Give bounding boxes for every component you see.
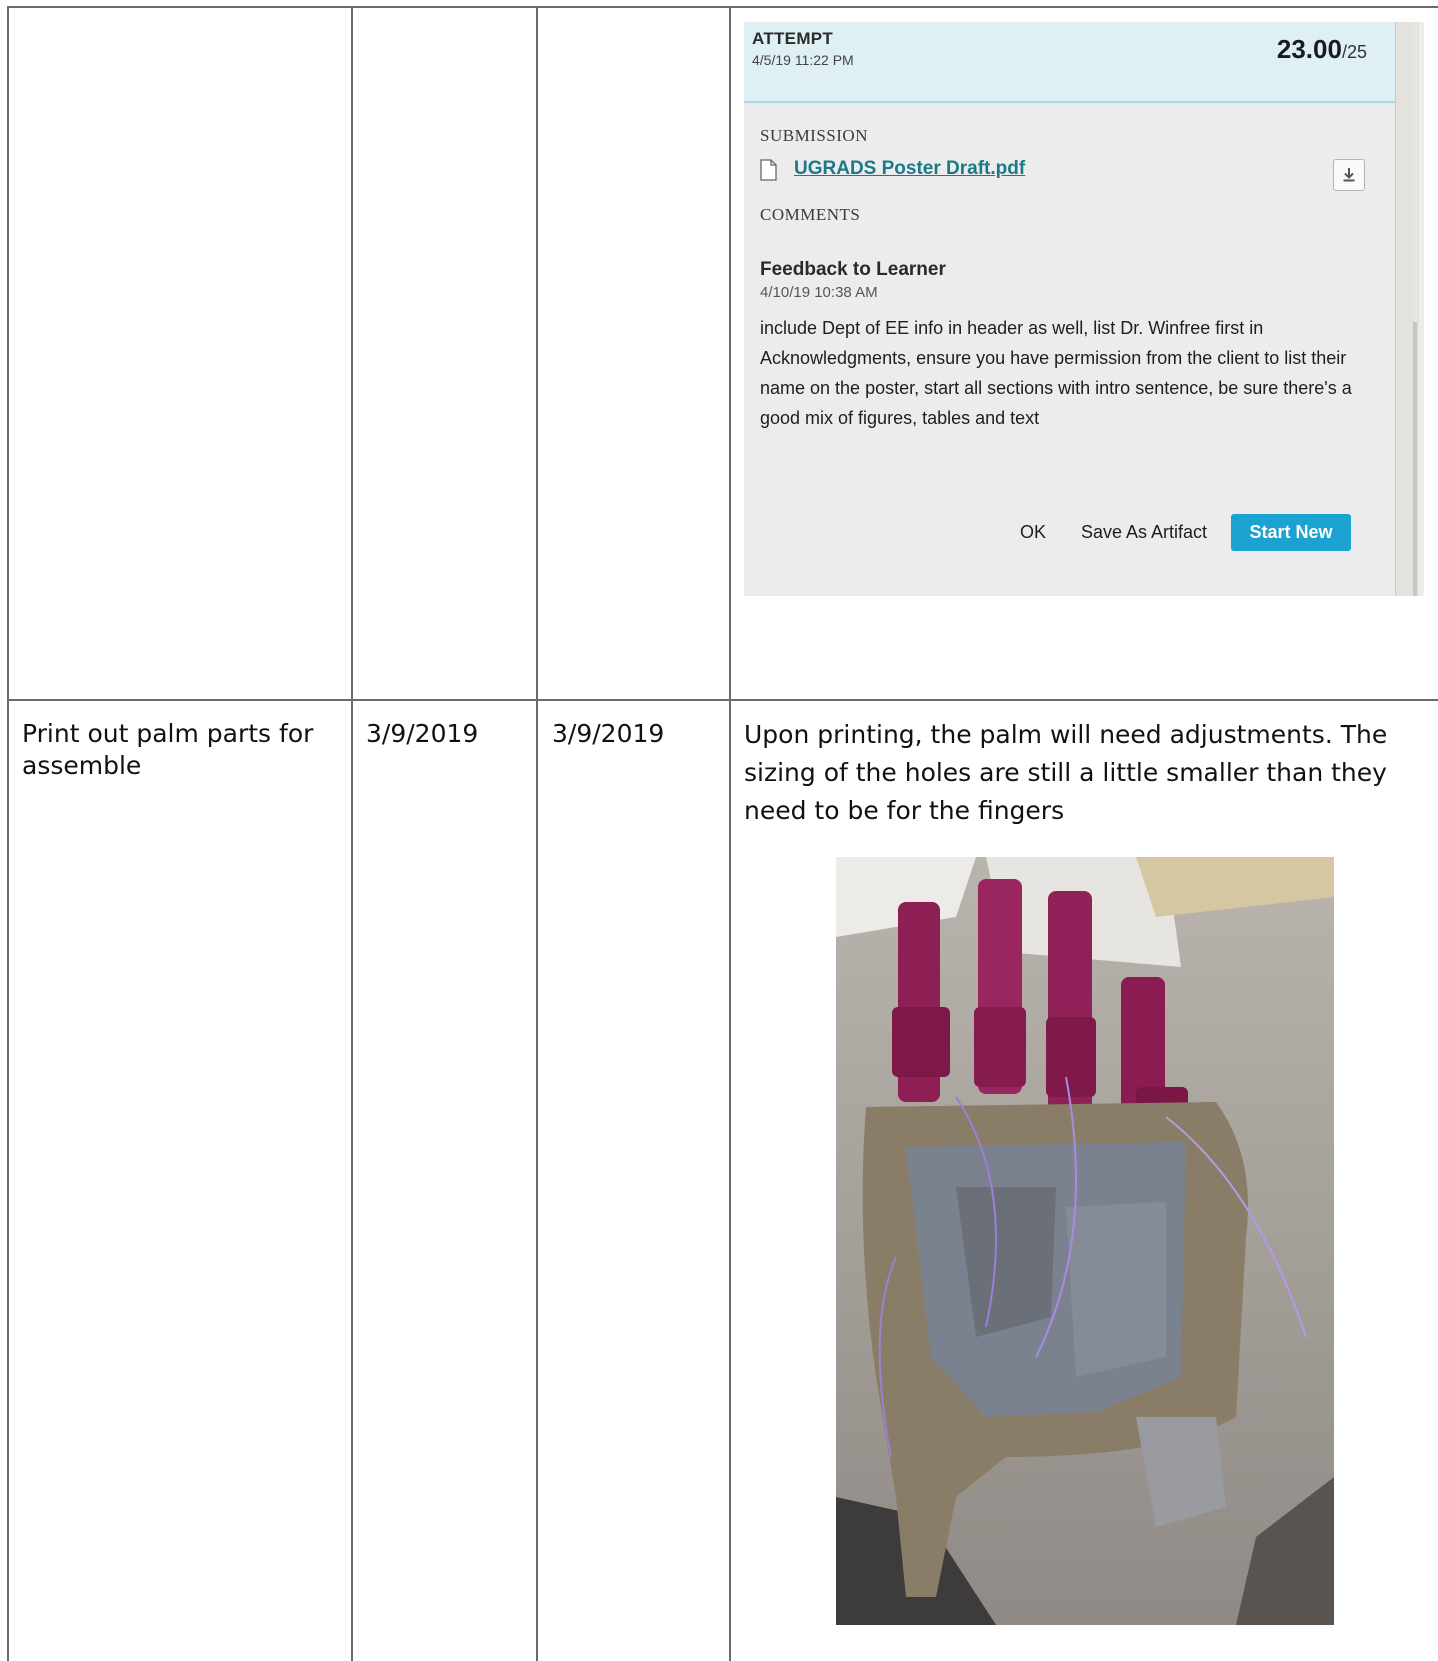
end-date-cell: 3/9/2019	[552, 719, 665, 748]
feedback-date: 4/10/19 10:38 AM	[760, 284, 878, 301]
panel-scrollbar[interactable]	[1395, 22, 1419, 596]
column-divider	[536, 6, 538, 1661]
download-icon	[1343, 168, 1355, 182]
scrollbar-thumb[interactable]	[1413, 322, 1417, 596]
document-icon	[760, 159, 777, 181]
start-new-button[interactable]: Start New	[1231, 514, 1351, 551]
row-divider	[7, 699, 1438, 701]
download-button[interactable]	[1333, 159, 1365, 191]
description-cell: Upon printing, the palm will need adjust…	[744, 720, 1388, 825]
column-divider	[729, 6, 731, 1661]
comments-label: COMMENTS	[760, 205, 861, 224]
column-divider	[351, 6, 353, 1661]
ok-button[interactable]: OK	[1020, 522, 1046, 543]
score-out-of: /25	[1341, 42, 1367, 62]
attempt-header: ATTEMPT 4/5/19 11:22 PM 23.00/25	[744, 22, 1395, 103]
start-date-cell: 3/9/2019	[366, 719, 479, 748]
submission-file-link[interactable]: UGRADS Poster Draft.pdf	[794, 158, 1025, 180]
table-border-left	[7, 6, 9, 1661]
attempt-score: 23.00/25	[1277, 34, 1367, 65]
scrollbar-track	[1413, 22, 1417, 322]
score-value: 23.00	[1276, 34, 1342, 64]
feedback-text: include Dept of EE info in header as wel…	[760, 318, 1352, 428]
attempt-label: ATTEMPT	[752, 29, 834, 48]
grade-attempt-panel: ATTEMPT 4/5/19 11:22 PM 23.00/25 SUBMISS…	[744, 22, 1424, 596]
save-as-artifact-button[interactable]: Save As Artifact	[1081, 522, 1207, 543]
submission-label: SUBMISSION	[760, 126, 868, 145]
task-cell: Print out palm parts for assemble	[22, 719, 314, 780]
table-border-top	[7, 6, 1438, 8]
palm-print-photo	[836, 857, 1334, 1625]
feedback-title: Feedback to Learner	[760, 259, 946, 280]
attempt-date: 4/5/19 11:22 PM	[752, 52, 854, 68]
